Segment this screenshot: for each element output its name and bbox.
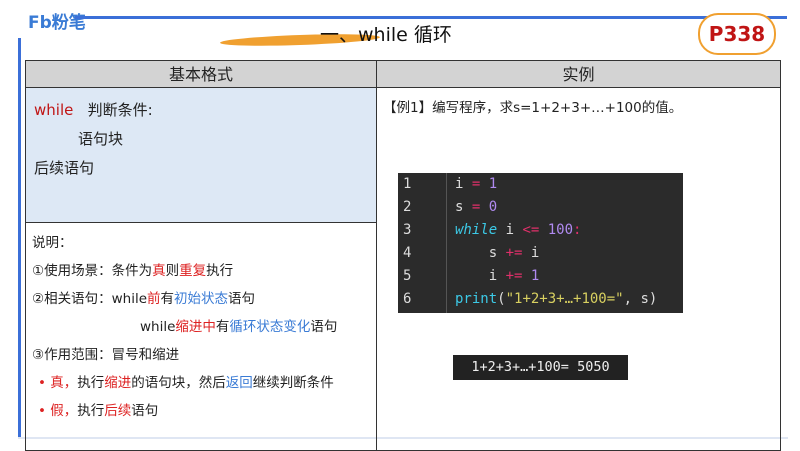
note-2: ②相关语句：while前有初始状态语句 (32, 291, 256, 307)
line-number: 1 (403, 176, 412, 192)
top-divider (75, 16, 787, 19)
note-3: ③作用范围：冒号和缩进 (32, 347, 180, 363)
left-divider (18, 38, 21, 438)
code-line: while i <= 100: (455, 222, 582, 238)
line-number: 4 (403, 245, 412, 261)
while-keyword: while (34, 101, 74, 119)
code-line: i += 1 (455, 268, 540, 284)
after-statement: 后续语句 (34, 159, 95, 177)
code-block: 1 2 3 4 5 6 i = 1 s = 0 while i <= 100: … (398, 173, 683, 313)
code-line: print("1+2+3+…+100=", s) (455, 291, 658, 307)
example-question: 【例1】编写程序，求s=1+2+3+…+100的值。 (383, 100, 683, 116)
slide-title: 一、while 循环 (320, 24, 452, 46)
example-cell: 【例1】编写程序，求s=1+2+3+…+100的值。 1 2 3 4 5 6 i… (376, 87, 781, 451)
header-format: 基本格式 (25, 60, 377, 88)
line-number: 5 (403, 268, 412, 284)
code-line: s = 0 (455, 199, 498, 215)
program-output: 1+2+3+…+100= 5050 (453, 355, 628, 380)
notes-heading: 说明： (32, 235, 73, 251)
syntax-cell: while 判断条件: 语句块 后续语句 (25, 87, 377, 223)
header-example: 实例 (376, 60, 781, 88)
line-number: 2 (403, 199, 412, 215)
content-table: 基本格式 实例 while 判断条件: 语句块 后续语句 【例1】编写程序，求s=… (25, 60, 781, 451)
fenbi-logo: Fb粉笔 (28, 13, 86, 33)
block: 语句块 (78, 130, 124, 148)
note-2b: while缩进中有循环状态变化语句 (140, 319, 338, 335)
code-line: s += i (455, 245, 540, 261)
code-line: i = 1 (455, 176, 498, 192)
note-true: • 真，执行缩进的语句块，然后返回继续判断条件 (38, 375, 334, 391)
note-false: • 假，执行后续语句 (38, 403, 159, 419)
line-number: 6 (403, 291, 412, 307)
notes-cell: 说明： ①使用场景：条件为真则重复执行 ②相关语句：while前有初始状态语句 … (25, 222, 377, 451)
line-number: 3 (403, 222, 412, 238)
page-badge: P338 (698, 13, 776, 55)
note-1: ①使用场景：条件为真则重复执行 (32, 263, 234, 279)
condition: 判断条件: (87, 101, 153, 119)
